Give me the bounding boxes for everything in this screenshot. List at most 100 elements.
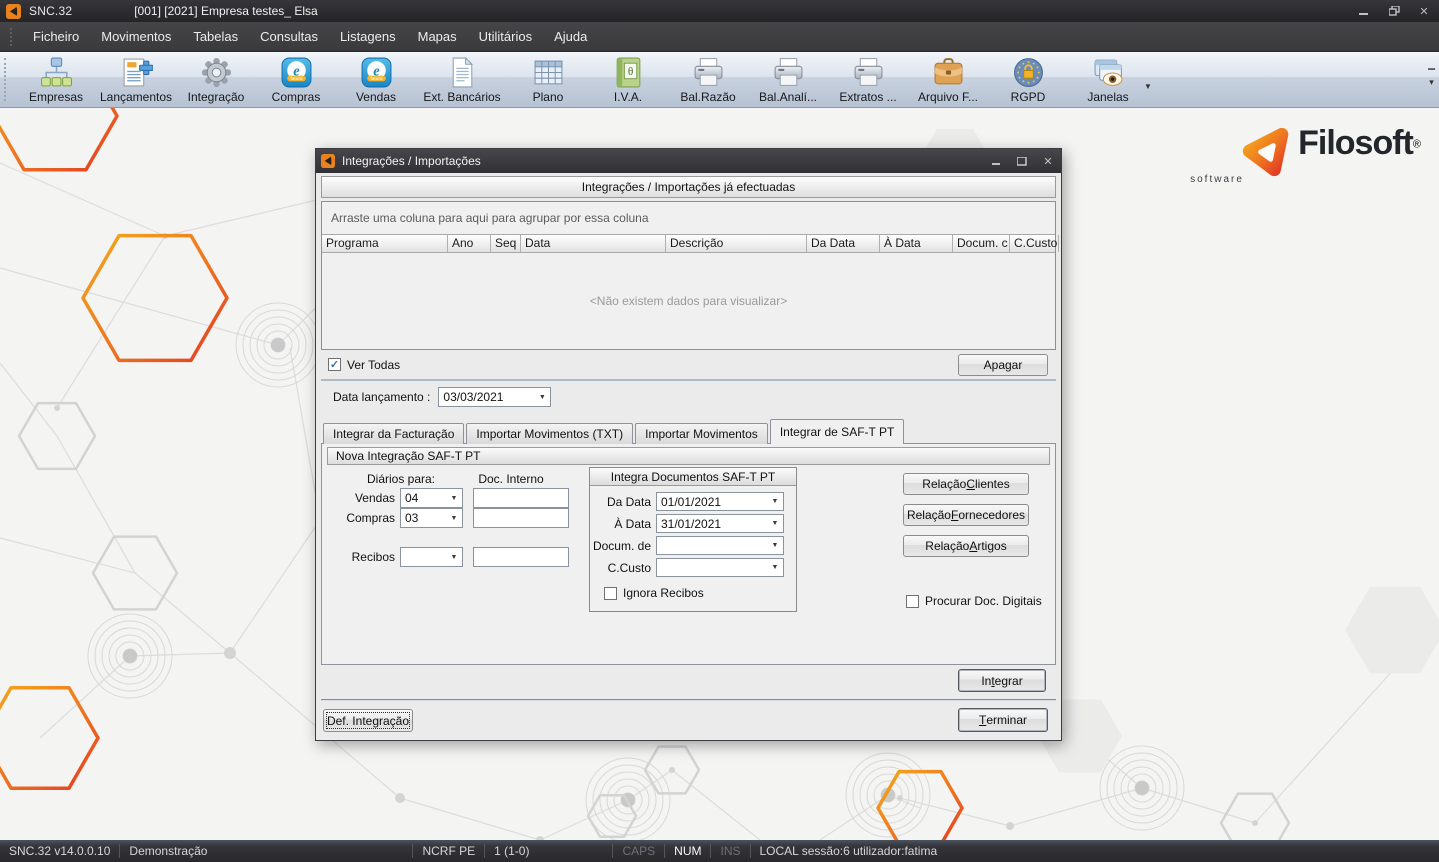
close-button[interactable]: ✕: [1409, 0, 1439, 22]
chevron-down-icon[interactable]: ▼: [446, 548, 462, 566]
data-lancamento-combobox[interactable]: 03/03/2021 ▼: [438, 387, 551, 407]
saft-tab-panel: Nova Integração SAF-T PT Diários para: D…: [321, 443, 1056, 665]
menu-item-ficheiro[interactable]: Ficheiro: [22, 22, 90, 51]
def-integracao-button[interactable]: Def. Integração: [323, 709, 413, 732]
recibos-combobox[interactable]: ▼: [400, 547, 463, 567]
column-header-programa[interactable]: Programa: [322, 235, 448, 252]
tab-integrar-de-saf-t-pt[interactable]: Integrar de SAF-T PT: [770, 419, 905, 444]
toolbar-label: Empresas: [29, 90, 83, 104]
docum-de-combobox[interactable]: ▼: [656, 536, 784, 555]
c-custo-combobox-value: [657, 559, 767, 576]
column-header-ano[interactable]: Ano: [448, 235, 491, 252]
column-header-da-data[interactable]: Da Data: [807, 235, 880, 252]
toolbar-button-compras[interactable]: efaturaCompras: [256, 52, 336, 107]
diario-row-vendas: Vendas04▼: [322, 488, 569, 508]
button-rela-o-fornecedores[interactable]: Relação Fornecedores: [903, 504, 1029, 526]
menu-item-ajuda[interactable]: Ajuda: [543, 22, 598, 51]
toolbar-button-bal-raz-o[interactable]: Bal.Razão: [668, 52, 748, 107]
menu-item-listagens[interactable]: Listagens: [329, 22, 407, 51]
toolbar-button-vendas[interactable]: efaturaVendas: [336, 52, 416, 107]
column-header-docum-c[interactable]: Docum. c: [953, 235, 1010, 252]
toolbar-button-i-v-a[interactable]: θI.V.A.: [588, 52, 668, 107]
toolbar-button-bal-anal[interactable]: Bal.Analí...: [748, 52, 828, 107]
column-header-data[interactable]: Data: [521, 235, 666, 252]
field-label-c-custo: C.Custo: [590, 561, 656, 575]
filosoft-logo: Filosoft® software: [1240, 126, 1421, 178]
status-ins: INS: [711, 844, 749, 858]
chevron-down-icon[interactable]: ▼: [767, 559, 783, 576]
ignora-recibos-checkbox[interactable]: [604, 587, 617, 600]
compras-combobox-value: 03: [401, 509, 446, 527]
toolbar-button-empresas[interactable]: Empresas: [16, 52, 96, 107]
status-local-sess-o-6-utilizador-fatima: LOCAL sessão:6 utilizador:fatima: [751, 844, 947, 858]
dialog-maximize-button[interactable]: [1009, 149, 1035, 173]
chevron-down-icon[interactable]: ▼: [534, 388, 550, 406]
toolbar-label: Plano: [533, 90, 564, 104]
toolbar-label: RGPD: [1011, 90, 1046, 104]
toolbar-button-arquivo-f[interactable]: Arquivo F...: [908, 52, 988, 107]
toolbar-button-rgpd[interactable]: RGPD: [988, 52, 1068, 107]
vendas-combobox[interactable]: 04▼: [400, 488, 463, 508]
toolbar-button-ext-banc-rios[interactable]: Ext. Bancários: [416, 52, 508, 107]
toolbar-button-lan-amentos[interactable]: Lançamentos: [96, 52, 176, 107]
tab-importar-movimentos-txt[interactable]: Importar Movimentos (TXT): [466, 423, 633, 444]
ignora-recibos-label: Ignora Recibos: [623, 586, 704, 600]
apagar-button[interactable]: Apagar: [958, 354, 1048, 376]
doc-interno-input-recibos[interactable]: [473, 547, 569, 567]
data-lancamento-label: Data lançamento :: [333, 390, 430, 404]
da-data-combobox[interactable]: 01/01/2021▼: [656, 492, 784, 511]
data-lancamento-value: 03/03/2021: [439, 388, 534, 406]
column-header-seq[interactable]: Seq: [491, 235, 521, 252]
c-custo-combobox[interactable]: ▼: [656, 558, 784, 577]
menu-item-consultas[interactable]: Consultas: [249, 22, 329, 51]
tab-integrar-da-factura-o[interactable]: Integrar da Facturação: [323, 423, 464, 444]
data-combobox[interactable]: 31/01/2021▼: [656, 514, 784, 533]
compras-combobox[interactable]: 03▼: [400, 508, 463, 528]
chevron-down-icon[interactable]: ▼: [767, 515, 783, 532]
toolbar-button-extratos[interactable]: Extratos ...: [828, 52, 908, 107]
window-titlebar: SNC.32 [001] [2021] Empresa testes_ Elsa…: [0, 0, 1439, 22]
toolbar-grip[interactable]: [4, 58, 12, 101]
svg-text:fatura: fatura: [370, 76, 382, 82]
ver-todas-checkbox[interactable]: [328, 358, 341, 371]
tab-importar-movimentos[interactable]: Importar Movimentos: [635, 423, 768, 444]
data-lancamento-row: Data lançamento : 03/03/2021 ▼: [321, 381, 1056, 413]
button-rela-o-clientes[interactable]: Relação Clientes: [903, 473, 1029, 495]
chevron-down-icon[interactable]: ▼: [767, 537, 783, 554]
dialog-close-button[interactable]: ✕: [1035, 149, 1061, 173]
integrar-button[interactable]: Integrar: [958, 669, 1046, 692]
toolbar-overflow-icon[interactable]: ▔▾: [1428, 70, 1435, 86]
nova-integracao-header: Nova Integração SAF-T PT: [327, 447, 1050, 465]
minimize-button[interactable]: [1349, 0, 1379, 22]
svg-text:θ: θ: [627, 66, 632, 78]
toolbar-button-plano[interactable]: Plano: [508, 52, 588, 107]
button-rela-o-artigos[interactable]: Relação Artigos: [903, 535, 1029, 557]
doc-interno-input-compras[interactable]: [473, 508, 569, 528]
integra-documentos-header: Integra Documentos SAF-T PT: [590, 468, 796, 486]
chevron-down-icon[interactable]: ▼: [767, 493, 783, 510]
field-row-docum-de: Docum. de▼: [590, 536, 796, 555]
data-combobox-value: 31/01/2021: [657, 515, 767, 532]
menu-item-mapas[interactable]: Mapas: [407, 22, 468, 51]
chevron-down-icon[interactable]: ▼: [1144, 82, 1152, 91]
procurar-doc-digitais-checkbox[interactable]: [906, 595, 919, 608]
field-row-da-data: Da Data01/01/2021▼: [590, 492, 796, 511]
column-header-data[interactable]: À Data: [880, 235, 953, 252]
doc-interno-input-vendas[interactable]: [473, 488, 569, 508]
menu-item-utilit-rios[interactable]: Utilitários: [468, 22, 543, 51]
restore-button[interactable]: [1379, 0, 1409, 22]
chevron-down-icon[interactable]: ▼: [446, 509, 462, 527]
group-by-hint[interactable]: Arraste uma coluna para aqui para agrupa…: [322, 202, 1055, 234]
toolbar-button-integra-o[interactable]: Integração: [176, 52, 256, 107]
toolbar-button-janelas[interactable]: Janelas: [1068, 52, 1148, 107]
application-window: SNC.32 [001] [2021] Empresa testes_ Elsa…: [0, 0, 1439, 862]
menu-item-tabelas[interactable]: Tabelas: [182, 22, 249, 51]
dialog-minimize-button[interactable]: [983, 149, 1009, 173]
chevron-down-icon[interactable]: ▼: [446, 489, 462, 507]
menu-item-movimentos[interactable]: Movimentos: [90, 22, 182, 51]
brand-name: Filosoft: [1298, 124, 1413, 162]
column-header-descri-o[interactable]: Descrição: [666, 235, 807, 252]
terminar-button[interactable]: Terminar: [958, 708, 1048, 732]
column-header-c-custo[interactable]: C.Custo: [1010, 235, 1059, 252]
diario-label-vendas: Vendas: [322, 491, 400, 505]
